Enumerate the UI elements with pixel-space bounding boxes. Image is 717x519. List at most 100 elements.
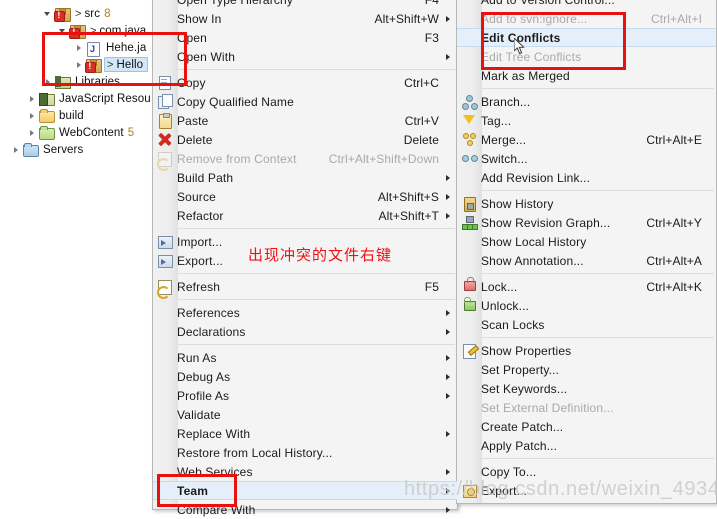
- tree-item-javascript-resou[interactable]: JavaScript Resou: [0, 90, 155, 107]
- menu-item-set-keywords[interactable]: Set Keywords...: [457, 379, 716, 398]
- menu-item-show-properties[interactable]: Show Properties: [457, 341, 716, 360]
- menu-item-replace-with[interactable]: Replace With: [153, 424, 457, 443]
- tree-item-body[interactable]: > Hello: [104, 57, 149, 72]
- menu-item-tag[interactable]: Tag...: [457, 111, 716, 130]
- menu-item-add-to-version-control[interactable]: Add to Version Control...: [457, 0, 716, 9]
- menu-item-show-annotation[interactable]: Show Annotation... Ctrl+Alt+A: [457, 251, 716, 270]
- menu-item-show-history[interactable]: Show History: [457, 194, 716, 213]
- menu-item-profile-as[interactable]: Profile As: [153, 386, 457, 405]
- tree-item-hello[interactable]: >Hello: [0, 56, 149, 73]
- paste-icon: [156, 112, 174, 129]
- menu-item-copy-qualified-name[interactable]: Copy Qualified Name: [153, 92, 457, 111]
- tree-item-build[interactable]: build: [0, 107, 88, 124]
- tag-icon: [460, 112, 478, 129]
- merge-icon: [460, 131, 478, 148]
- menu-item-delete[interactable]: Delete Delete: [153, 130, 457, 149]
- team-svn-submenu[interactable]: Add to Version Control... Add to svn:igno…: [456, 0, 717, 504]
- menu-item-label: Merge...: [481, 132, 527, 147]
- menu-item-refactor[interactable]: Refactor Alt+Shift+T: [153, 206, 457, 225]
- menu-item-accelerator: Alt+Shift+W: [374, 11, 439, 26]
- tree-expand-arrow[interactable]: [27, 124, 38, 141]
- chevron-right-icon: [446, 468, 450, 475]
- tree-item-body[interactable]: WebContent 5: [57, 125, 138, 140]
- tree-item-src[interactable]: >src8: [0, 5, 114, 22]
- tree-expand-arrow[interactable]: [74, 39, 85, 56]
- menu-item-validate[interactable]: Validate: [153, 405, 457, 424]
- tree-item-body[interactable]: Servers: [41, 142, 87, 157]
- menu-item-edit-tree-conflicts[interactable]: Edit Tree Conflicts: [457, 47, 716, 66]
- menu-item-restore-from-local-history[interactable]: Restore from Local History...: [153, 443, 457, 462]
- menu-item-remove-from-context[interactable]: Remove from Context Ctrl+Alt+Shift+Down: [153, 149, 457, 171]
- menu-item-open[interactable]: Open F3: [153, 28, 457, 47]
- menu-item-label: Set Keywords...: [481, 381, 568, 396]
- refresh-icon: [156, 278, 174, 299]
- tree-expand-arrow[interactable]: [43, 5, 54, 22]
- menu-item-label: Branch...: [481, 94, 531, 109]
- tree-item-libraries[interactable]: Libraries: [0, 73, 124, 90]
- tree-expand-arrow[interactable]: [74, 56, 85, 73]
- menu-item-refresh[interactable]: Refresh F5: [153, 277, 457, 299]
- menu-item-label: Open Type Hierarchy: [177, 0, 293, 7]
- menu-item-show-in[interactable]: Show In Alt+Shift+W: [153, 9, 457, 28]
- menu-item-add-revision-link[interactable]: Add Revision Link...: [457, 168, 716, 187]
- menu-item-references[interactable]: References: [153, 303, 457, 322]
- menu-item-open-with[interactable]: Open With: [153, 47, 457, 66]
- revision-graph-icon: [460, 214, 478, 231]
- menu-item-source[interactable]: Source Alt+Shift+S: [153, 187, 457, 206]
- menu-item-label: Apply Patch...: [481, 438, 558, 453]
- tree-item-label: JavaScript Resou: [59, 92, 151, 105]
- menu-item-show-revision-graph[interactable]: Show Revision Graph... Ctrl+Alt+Y: [457, 213, 716, 232]
- menu-separator: [457, 455, 716, 461]
- tree-expand-arrow[interactable]: [27, 90, 38, 107]
- menu-item-mark-as-merged[interactable]: Mark as Merged: [457, 66, 716, 85]
- menu-item-paste[interactable]: Paste Ctrl+V: [153, 111, 457, 130]
- tree-item-body[interactable]: > src 8: [73, 6, 114, 21]
- tree-item-body[interactable]: > com.java: [88, 23, 150, 38]
- menu-item-label: Refactor: [177, 208, 224, 223]
- menu-item-compare-with[interactable]: Compare With: [153, 500, 457, 519]
- menu-item-apply-patch[interactable]: Apply Patch...: [457, 436, 716, 455]
- menu-item-label: Replace With: [177, 426, 251, 441]
- menu-item-scan-locks[interactable]: Scan Locks: [457, 315, 716, 334]
- menu-item-build-path[interactable]: Build Path: [153, 168, 457, 187]
- menu-item-open-type-hierarchy[interactable]: Open Type Hierarchy F4: [153, 0, 457, 9]
- menu-item-accelerator: F4: [425, 0, 439, 7]
- menu-item-edit-conflicts[interactable]: Edit Conflicts: [457, 28, 716, 47]
- menu-item-add-to-svn-ignore[interactable]: Add to svn:ignore... Ctrl+Alt+I: [457, 9, 716, 28]
- menu-item-label: Show History: [481, 196, 554, 211]
- menu-item-lock[interactable]: Lock... Ctrl+Alt+K: [457, 277, 716, 296]
- tree-expand-arrow[interactable]: [11, 141, 22, 158]
- menu-item-show-local-history[interactable]: Show Local History: [457, 232, 716, 251]
- tree-item-com-java[interactable]: >com.java: [0, 22, 150, 39]
- tree-item-label: Servers: [43, 143, 84, 156]
- menu-item-debug-as[interactable]: Debug As: [153, 367, 457, 386]
- menu-item-declarations[interactable]: Declarations: [153, 322, 457, 341]
- tree-item-hehe-ja[interactable]: Hehe.ja: [0, 39, 150, 57]
- tree-expand-arrow[interactable]: [43, 73, 54, 90]
- menu-item-label: Profile As: [177, 388, 230, 403]
- menu-item-label: Show Revision Graph...: [481, 215, 611, 230]
- menu-item-label: Mark as Merged: [481, 68, 570, 83]
- menu-item-run-as[interactable]: Run As: [153, 348, 457, 367]
- menu-item-set-external-definition[interactable]: Set External Definition...: [457, 398, 716, 417]
- unlock-icon: [460, 297, 478, 314]
- menu-item-unlock[interactable]: Unlock...: [457, 296, 716, 315]
- tree-expand-arrow[interactable]: [58, 22, 69, 39]
- menu-item-set-property[interactable]: Set Property...: [457, 360, 716, 379]
- tree-item-body[interactable]: build: [57, 108, 88, 123]
- project-explorer-tree[interactable]: >src8 >com.java Hehe.ja >Hello Libraries Java…: [0, 0, 152, 511]
- menu-item-switch[interactable]: Switch...: [457, 149, 716, 168]
- menu-item-branch[interactable]: Branch...: [457, 92, 716, 111]
- menu-item-create-patch[interactable]: Create Patch...: [457, 417, 716, 436]
- tree-item-servers[interactable]: Servers: [0, 141, 87, 158]
- tree-expand-arrow[interactable]: [27, 107, 38, 124]
- watermark-text: https://blog.csdn.net/weixin_49343190: [404, 478, 717, 500]
- tree-item-body[interactable]: Hehe.ja: [104, 40, 150, 55]
- tree-item-webcontent[interactable]: WebContent 5: [0, 124, 138, 141]
- tree-item-body[interactable]: Libraries: [73, 74, 124, 89]
- tree-item-body[interactable]: JavaScript Resou: [57, 91, 155, 106]
- menu-item-merge[interactable]: Merge... Ctrl+Alt+E: [457, 130, 716, 149]
- menu-item-label: Add to svn:ignore...: [481, 11, 588, 26]
- menu-item-label: References: [177, 305, 240, 320]
- menu-item-copy[interactable]: Copy Ctrl+C: [153, 73, 457, 92]
